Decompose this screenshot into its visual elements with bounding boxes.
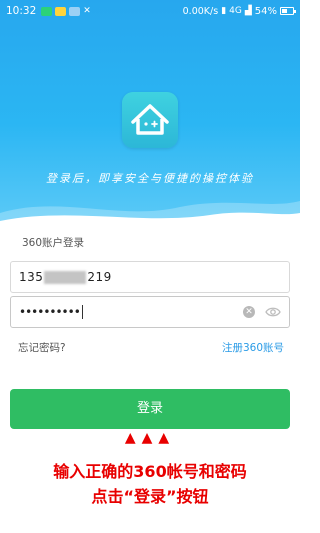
annotation-line-1: 输入正确的360帐号和密码 [53, 462, 247, 481]
status-bar: 10:32 ✕ 0.00K/s ▮ 4G ▟ 54% [0, 0, 300, 22]
app-icon [69, 6, 81, 16]
login-button[interactable]: 登录 [10, 389, 290, 429]
battery-icon [280, 7, 296, 15]
forgot-password-link[interactable]: 忘记密码? [18, 340, 66, 355]
signal-bars-icon: ▟ [244, 6, 252, 16]
network-speed: 0.00K/s [182, 5, 219, 17]
network-type: 4G [229, 6, 242, 16]
slogan-text: 登录后，即享安全与便捷的操控体验 [46, 172, 254, 185]
text-caret [81, 305, 83, 319]
register-link[interactable]: 注册360账号 [222, 340, 284, 355]
usb-icon: ✕ [83, 6, 91, 16]
notification-icon [55, 6, 67, 16]
eye-icon[interactable] [265, 305, 281, 319]
clear-icon[interactable]: ✕ [243, 306, 255, 318]
wave-decoration [0, 201, 300, 225]
annotation-line-2: 点击“登录”按钮 [91, 487, 209, 506]
wechat-icon [41, 6, 53, 16]
phone-prefix: 135 [19, 270, 44, 284]
phone-suffix: 219 [87, 270, 112, 284]
battery-percent: 54% [254, 5, 277, 17]
password-dots: •••••••••• [19, 305, 81, 319]
section-label: 360账户登录 [22, 237, 85, 249]
hero-banner: 10:32 ✕ 0.00K/s ▮ 4G ▟ 54% 登录后，即享安全与便捷的操… [0, 0, 300, 225]
status-time: 10:32 [6, 5, 37, 17]
signal-icon: ▮ [221, 6, 227, 16]
annotation-arrows: ▲▲▲ [124, 430, 176, 446]
password-field[interactable]: •••••••••• ✕ [10, 296, 290, 328]
phone-field[interactable]: 135 219 [10, 261, 290, 293]
house-icon [131, 104, 169, 135]
app-logo [122, 92, 178, 148]
masked-digits [44, 270, 87, 284]
